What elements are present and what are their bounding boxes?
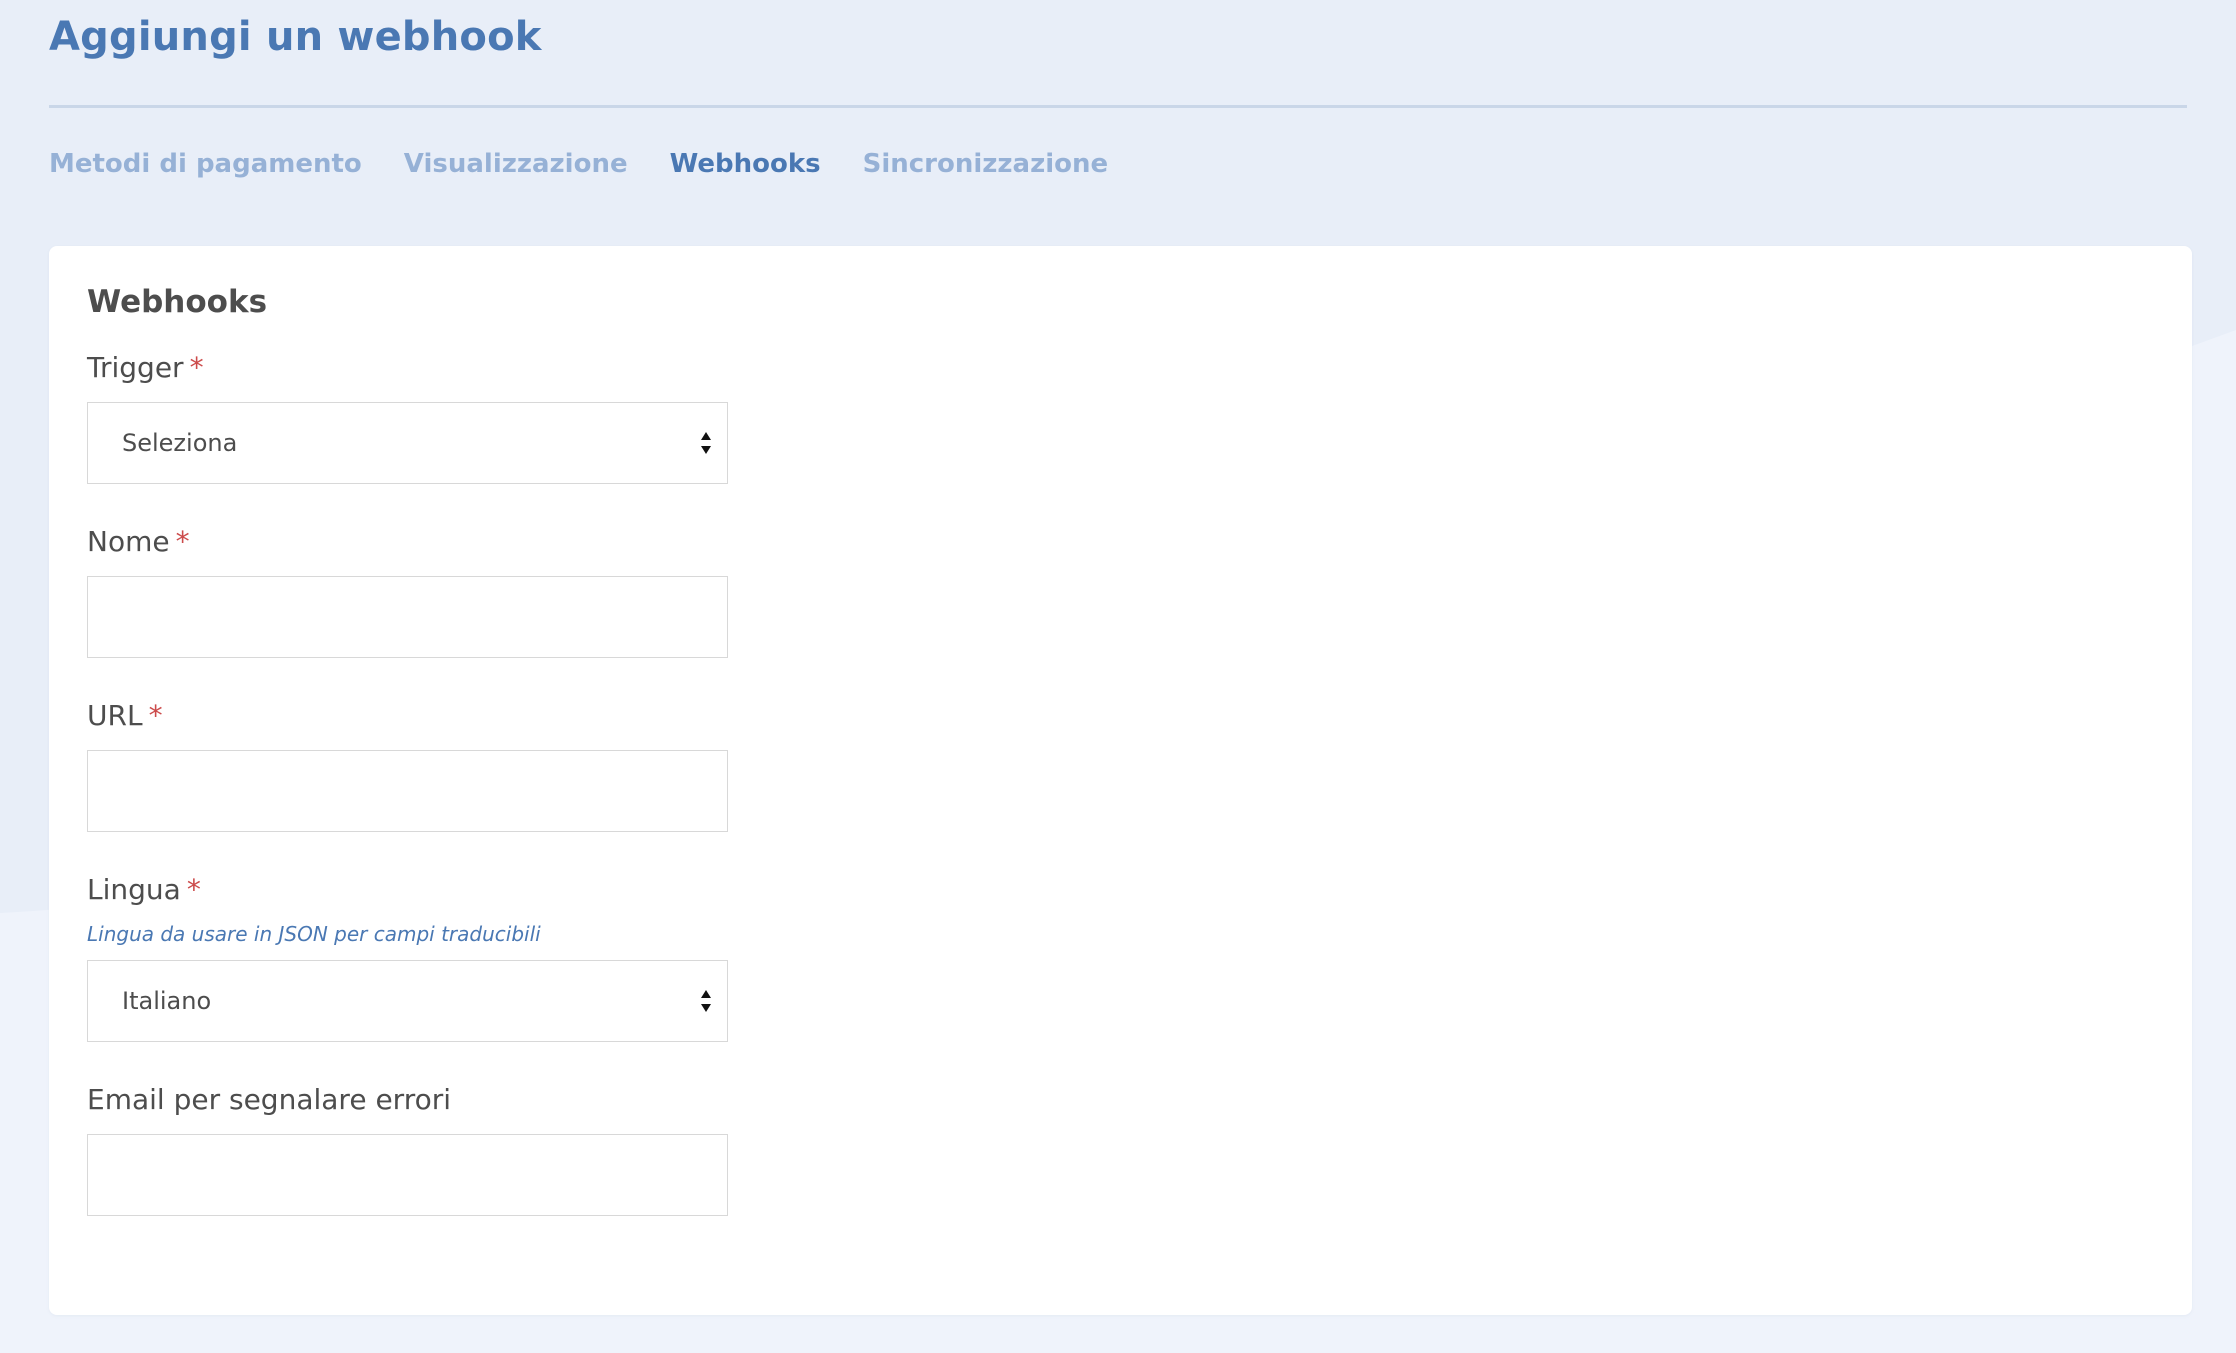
nome-label-text: Nome	[87, 525, 170, 558]
lingua-label-text: Lingua	[87, 873, 181, 906]
page-title: Aggiungi un webhook	[49, 0, 2187, 108]
url-label: URL *	[87, 696, 2154, 736]
nome-input-box	[87, 576, 728, 658]
trigger-field: Trigger * Seleziona	[87, 348, 2154, 484]
required-mark: *	[148, 699, 163, 732]
email-input[interactable]	[122, 1135, 693, 1215]
url-field: URL *	[87, 696, 2154, 832]
lingua-select-value: Italiano	[122, 987, 212, 1015]
select-arrows-icon	[701, 990, 711, 1012]
lingua-select[interactable]: Italiano	[87, 960, 728, 1042]
nome-field: Nome *	[87, 522, 2154, 658]
select-arrows-icon	[701, 432, 711, 454]
lingua-label: Lingua *	[87, 870, 2154, 910]
tab-webhooks[interactable]: Webhooks	[670, 149, 821, 179]
trigger-select[interactable]: Seleziona	[87, 402, 728, 484]
trigger-label-text: Trigger	[87, 351, 184, 384]
webhook-form-card: Webhooks Trigger * Seleziona Nome * URL …	[49, 246, 2192, 1315]
email-field: Email per segnalare errori	[87, 1080, 2154, 1216]
tab-visualizzazione[interactable]: Visualizzazione	[404, 149, 628, 179]
nome-label: Nome *	[87, 522, 2154, 562]
page-container: Aggiungi un webhook Metodi di pagamento …	[0, 0, 2236, 1315]
required-mark: *	[189, 351, 204, 384]
trigger-label: Trigger *	[87, 348, 2154, 388]
email-label: Email per segnalare errori	[87, 1083, 452, 1116]
tab-metodi-di-pagamento[interactable]: Metodi di pagamento	[49, 149, 362, 179]
nome-input[interactable]	[122, 577, 693, 657]
url-input[interactable]	[122, 751, 693, 831]
tab-sincronizzazione[interactable]: Sincronizzazione	[863, 149, 1109, 179]
trigger-select-value: Seleziona	[122, 429, 238, 457]
required-mark: *	[186, 873, 201, 906]
settings-tabs: Metodi di pagamento Visualizzazione Webh…	[49, 144, 2187, 184]
card-title: Webhooks	[87, 284, 268, 320]
lingua-helper-text: Lingua da usare in JSON per campi traduc…	[87, 922, 541, 946]
lingua-field: Lingua * Lingua da usare in JSON per camp…	[87, 870, 2154, 1042]
email-input-box	[87, 1134, 728, 1216]
required-mark: *	[175, 525, 190, 558]
url-input-box	[87, 750, 728, 832]
url-label-text: URL	[87, 699, 143, 732]
